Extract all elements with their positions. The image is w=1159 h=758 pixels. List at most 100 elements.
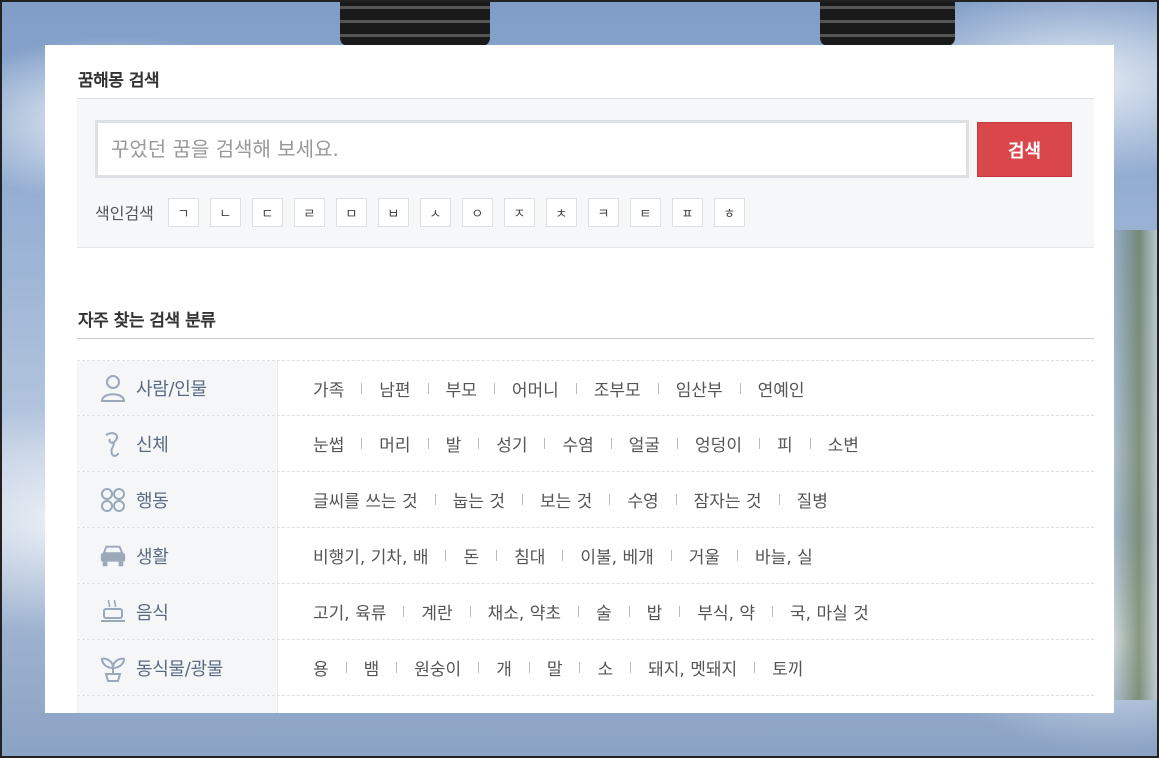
category-item-link[interactable]: 바늘, 실 xyxy=(755,543,813,568)
category-item-link[interactable]: 국, 마실 것 xyxy=(790,599,869,624)
item-separator xyxy=(578,606,580,617)
index-letter-button[interactable]: ㅎ xyxy=(713,197,745,227)
category-item-link[interactable]: 부식, 약 xyxy=(697,599,755,624)
category-row: 행동 글씨를 쓰는 것 눕는 것 보는 것 수영 잠자는 것 질병 xyxy=(77,472,1094,528)
category-item-link[interactable]: 비행기, 기차, 배 xyxy=(313,543,428,568)
category-item-link[interactable]: 엉덩이 xyxy=(695,431,742,456)
category-item-link[interactable]: 얼굴 xyxy=(629,431,660,456)
item-separator xyxy=(361,382,363,394)
category-header[interactable]: 신체 xyxy=(77,416,278,471)
category-item-link[interactable]: 발 xyxy=(446,431,462,456)
category-header[interactable]: 생활 xyxy=(77,528,278,583)
item-separator xyxy=(361,438,363,449)
category-item-link[interactable]: 보는 것 xyxy=(540,487,592,512)
item-separator xyxy=(427,382,429,394)
category-item-link[interactable]: 머리 xyxy=(379,431,410,456)
index-letter-button[interactable]: ㅋ xyxy=(587,197,619,227)
category-item-link[interactable]: 소 xyxy=(597,655,613,680)
search-section-title: 꿈해몽 검색 xyxy=(78,71,160,91)
category-item-link[interactable]: 거울 xyxy=(689,543,720,568)
index-letter-button[interactable]: ㅂ xyxy=(377,197,409,227)
category-item-link[interactable]: 개 xyxy=(496,655,512,680)
item-separator xyxy=(758,438,760,449)
index-letter-button[interactable]: ㄴ xyxy=(209,197,241,227)
category-item-link[interactable]: 이불, 베개 xyxy=(580,543,653,568)
category-item-link[interactable]: 원숭이 xyxy=(414,655,461,680)
category-item-link[interactable]: 피 xyxy=(777,431,793,456)
plant-icon xyxy=(99,654,127,682)
food-icon xyxy=(99,598,127,626)
category-item-link[interactable]: 채소, 약초 xyxy=(488,599,561,624)
category-row: 동식물/광물 용 뱀 원숭이 개 말 소 돼지, 멧돼지 토끼 xyxy=(77,640,1094,696)
category-item-link[interactable]: 임산부 xyxy=(676,376,723,401)
search-box: 검색 색인검색 ㄱㄴㄷㄹㅁㅂㅅㅇㅈㅊㅋㅌㅍㅎ xyxy=(77,99,1094,248)
category-item-link[interactable]: 눕는 것 xyxy=(453,487,505,512)
item-separator xyxy=(575,382,577,394)
item-separator xyxy=(469,606,471,617)
category-item-link[interactable]: 용 xyxy=(313,655,329,680)
category-item-link[interactable]: 돈 xyxy=(463,543,479,568)
category-items: 비행기, 기차, 배 돈 침대 이불, 베개 거울 바늘, 실 xyxy=(278,528,813,583)
dream-search-panel: 꿈해몽 검색 검색 색인검색 ㄱㄴㄷㄹㅁㅂㅅㅇㅈㅊㅋㅌㅍㅎ 자주 찾는 검색 분… xyxy=(45,45,1114,713)
category-item-link[interactable]: 밥 xyxy=(647,599,663,624)
index-letter-button[interactable]: ㅇ xyxy=(461,197,493,227)
search-input[interactable] xyxy=(95,120,969,178)
category-item-link[interactable]: 토끼 xyxy=(772,655,803,680)
category-item-link[interactable]: 수염 xyxy=(562,431,593,456)
category-item-link[interactable]: 술 xyxy=(596,599,612,624)
category-item-link[interactable]: 어머니 xyxy=(512,376,559,401)
category-item-link[interactable]: 글씨를 쓰는 것 xyxy=(313,487,418,512)
index-letter-button[interactable]: ㅍ xyxy=(671,197,703,227)
category-item-link[interactable]: 침대 xyxy=(514,543,545,568)
item-separator xyxy=(521,494,523,505)
category-header[interactable]: 행동 xyxy=(77,472,278,527)
index-letter-button[interactable]: ㄱ xyxy=(167,197,199,227)
index-letter-button[interactable]: ㄹ xyxy=(293,197,325,227)
category-item-link[interactable]: 조부모 xyxy=(594,376,641,401)
category-item-link[interactable]: 눈썹 xyxy=(313,431,344,456)
item-separator xyxy=(496,550,498,561)
index-letter-button[interactable]: ㅁ xyxy=(335,197,367,227)
item-separator xyxy=(657,382,659,394)
item-separator xyxy=(628,606,630,617)
category-items: 용 뱀 원숭이 개 말 소 돼지, 멧돼지 토끼 xyxy=(278,640,803,695)
index-letter-button[interactable]: ㄷ xyxy=(251,197,283,227)
category-header[interactable]: 음식 xyxy=(77,584,278,639)
category-item-link[interactable]: 고기, 육류 xyxy=(313,599,386,624)
background-edge xyxy=(1109,230,1159,700)
category-table: 사람/인물 가족 남편 부모 어머니 조부모 임산부 연예인신체 눈썹 머리 발 성기 수염 얼굴 엉덩이 피… xyxy=(77,360,1094,713)
category-item-link[interactable]: 잠자는 것 xyxy=(694,487,762,512)
category-item-link[interactable]: 가족 xyxy=(313,376,344,401)
category-header[interactable]: 사람/인물 xyxy=(77,361,278,415)
index-letter-button[interactable]: ㅈ xyxy=(503,197,535,227)
index-letter-button[interactable]: ㅊ xyxy=(545,197,577,227)
category-item-link[interactable]: 뱀 xyxy=(364,655,380,680)
search-button[interactable]: 검색 xyxy=(977,122,1072,177)
category-items: 고기, 육류 계란 채소, 약초 술 밥 부식, 약 국, 마실 것 xyxy=(278,584,869,639)
category-item-link[interactable]: 질병 xyxy=(797,487,828,512)
action-icon xyxy=(99,486,127,514)
index-letter-button[interactable]: ㅅ xyxy=(419,197,451,227)
category-item-link[interactable]: 말 xyxy=(547,655,563,680)
category-name: 생활 xyxy=(136,546,169,568)
category-item-link[interactable]: 연예인 xyxy=(758,376,805,401)
category-item-link[interactable]: 계란 xyxy=(421,599,452,624)
category-item-link[interactable]: 남편 xyxy=(379,376,410,401)
index-letter-button[interactable]: ㅌ xyxy=(629,197,661,227)
item-separator xyxy=(345,662,347,673)
item-separator xyxy=(544,438,546,449)
category-header[interactable]: 동식물/광물 xyxy=(77,640,278,695)
item-separator xyxy=(396,662,398,673)
category-item-link[interactable]: 부모 xyxy=(446,376,477,401)
person-icon xyxy=(99,374,127,402)
item-separator xyxy=(679,606,681,617)
item-separator xyxy=(772,606,774,617)
item-separator xyxy=(737,550,739,561)
category-item-link[interactable]: 수영 xyxy=(627,487,658,512)
category-item-link[interactable]: 돼지, 멧돼지 xyxy=(648,655,737,680)
item-separator xyxy=(630,662,632,673)
item-separator xyxy=(778,494,780,505)
category-item-link[interactable]: 소변 xyxy=(828,431,859,456)
category-item-link[interactable]: 성기 xyxy=(496,431,527,456)
item-separator xyxy=(809,438,811,449)
